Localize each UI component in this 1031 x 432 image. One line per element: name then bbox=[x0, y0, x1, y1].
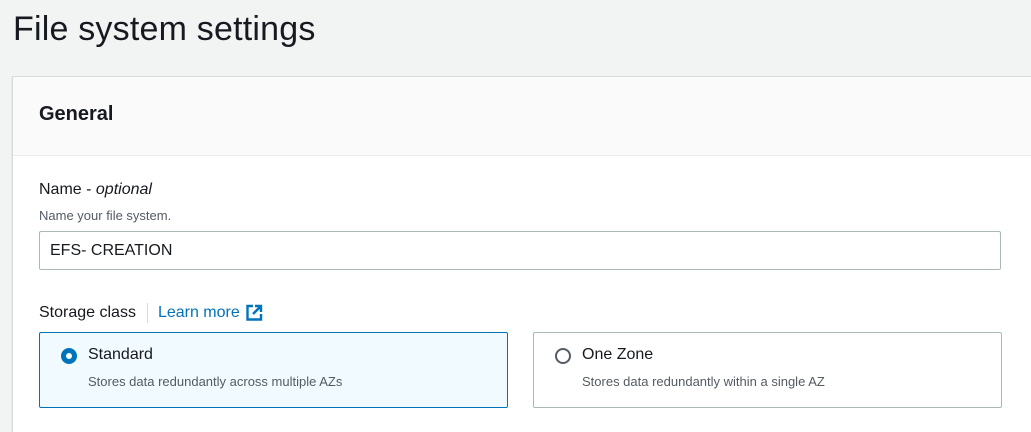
name-input[interactable] bbox=[39, 231, 1001, 270]
general-panel: General Name - optional Name your file s… bbox=[12, 76, 1031, 432]
name-field-label: Name - optional bbox=[39, 181, 152, 199]
radio-one-zone[interactable] bbox=[555, 348, 571, 364]
panel-title: General bbox=[39, 103, 114, 125]
storage-option-label: Standard bbox=[88, 346, 153, 363]
name-label-text: Name - bbox=[39, 181, 96, 198]
divider bbox=[146, 303, 148, 323]
external-link-icon bbox=[245, 304, 263, 322]
radio-standard[interactable] bbox=[61, 348, 77, 364]
name-field-description: Name your file system. bbox=[39, 208, 172, 223]
learn-more-text: Learn more bbox=[157, 304, 240, 321]
storage-option-description: Stores data redundantly within a single … bbox=[582, 374, 825, 389]
storage-option-standard[interactable]: Standard Stores data redundantly across … bbox=[39, 332, 508, 408]
storage-option-description: Stores data redundantly across multiple … bbox=[88, 374, 343, 389]
storage-class-label: Storage class bbox=[39, 304, 136, 321]
storage-class-header: Storage class Learn more bbox=[39, 303, 263, 323]
panel-header: General bbox=[13, 77, 1031, 156]
learn-more-link[interactable]: Learn more bbox=[158, 304, 263, 322]
storage-option-one-zone[interactable]: One Zone Stores data redundantly within … bbox=[533, 332, 1002, 408]
optional-label: optional bbox=[95, 181, 152, 198]
storage-option-label: One Zone bbox=[582, 346, 654, 363]
page-title: File system settings bbox=[13, 10, 316, 48]
